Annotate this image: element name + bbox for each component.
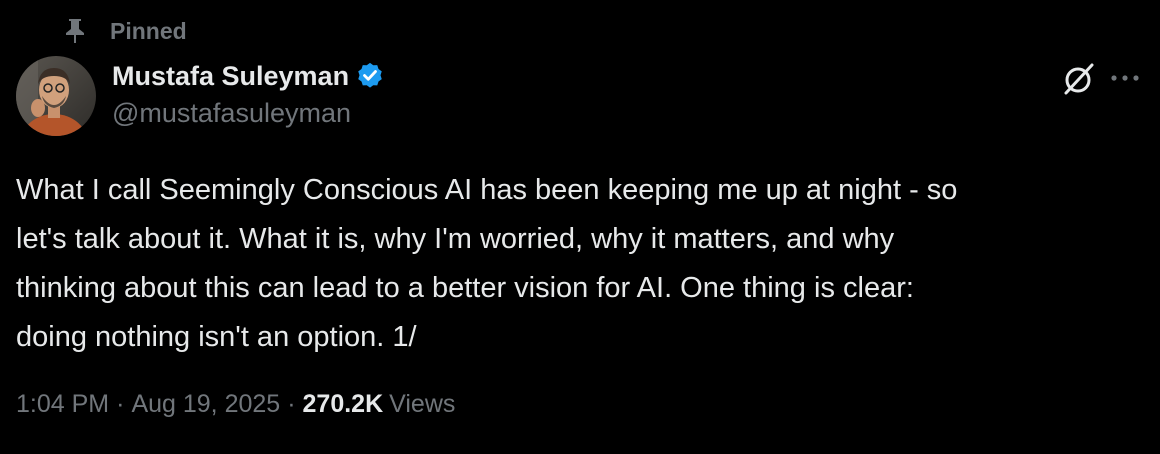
- author-block[interactable]: Mustafa Suleyman @mustafasuleyman: [112, 58, 385, 129]
- tweet-text-line: thinking about this can lead to a better…: [16, 272, 914, 304]
- verified-badge-icon[interactable]: [355, 61, 385, 91]
- tweet-card[interactable]: Pinned Mustafa Suleyman @mustafasuleyman…: [0, 0, 1160, 454]
- pinned-label: Pinned: [110, 17, 187, 44]
- avatar[interactable]: [16, 56, 96, 136]
- tweet-text-line: let's talk about it. What it is, why I'm…: [16, 223, 895, 255]
- tweet-text-line: What I call Seemingly Conscious AI has b…: [16, 174, 958, 206]
- author-name[interactable]: Mustafa Suleyman: [112, 61, 349, 92]
- views-label[interactable]: Views: [389, 390, 455, 419]
- grok-icon[interactable]: [1060, 60, 1098, 98]
- tweet-time[interactable]: 1:04 PM: [16, 390, 109, 419]
- pinned-indicator: Pinned: [64, 14, 187, 48]
- separator-dot: ·: [287, 390, 296, 418]
- more-icon[interactable]: [1108, 66, 1142, 90]
- pin-icon: [64, 18, 86, 44]
- views-count[interactable]: 270.2K: [303, 390, 384, 419]
- tweet-date[interactable]: Aug 19, 2025: [131, 390, 280, 419]
- tweet-text: What I call Seemingly Conscious AI has b…: [16, 166, 1146, 362]
- separator-dot: ·: [116, 390, 125, 418]
- tweet-meta: 1:04 PM · Aug 19, 2025 · 270.2K Views: [16, 390, 455, 419]
- tweet-text-line: doing nothing isn't an option. 1/: [16, 321, 417, 353]
- author-handle[interactable]: @mustafasuleyman: [112, 98, 385, 129]
